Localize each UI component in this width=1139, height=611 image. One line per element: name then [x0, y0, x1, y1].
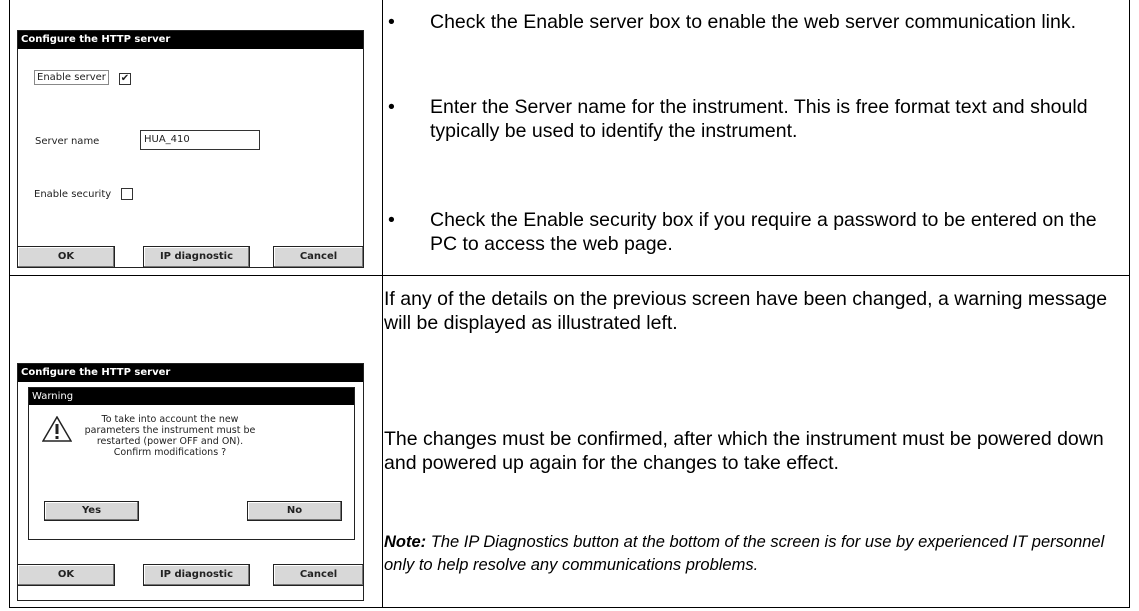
warning-line: parameters the instrument must be [84, 425, 256, 436]
yes-button[interactable]: Yes [44, 501, 139, 521]
ip-diagnostic-button[interactable]: IP diagnostic [143, 246, 250, 268]
row-divider [10, 275, 1129, 276]
dialog-title: Warning [29, 388, 354, 405]
enable-security-label: Enable security [34, 189, 112, 200]
server-name-input[interactable]: HUA_410 [140, 130, 260, 150]
bullet-text: Enter the Server name for the instrument… [430, 96, 1088, 142]
warning-line: restarted (power OFF and ON). [96, 436, 244, 447]
note-paragraph: Note: The IP Diagnostics button at the b… [384, 531, 1129, 577]
bullet-text: Check the Enable security box if you req… [430, 209, 1097, 255]
warning-dialog: Warning To take into account the new par… [28, 387, 355, 540]
http-config-screen: Configure the HTTP server Enable server … [17, 30, 364, 268]
screen-title: Configure the HTTP server [18, 31, 363, 49]
paragraph-confirm: The changes must be confirmed, after whi… [384, 428, 1104, 474]
screen-title: Configure the HTTP server [18, 364, 363, 382]
http-config-warning-screen: Configure the HTTP server Warning To tak… [17, 363, 364, 601]
column-divider [382, 0, 383, 607]
warning-line: Confirm modifications ? [113, 447, 227, 458]
paragraph-warning: If any of the details on the previous sc… [384, 288, 1108, 334]
bullet-text: Check the Enable server box to enable th… [430, 11, 1077, 33]
note-label: Note: [384, 533, 427, 551]
warning-message: To take into account the new parameters … [75, 414, 265, 458]
bullet-symbol: • [388, 96, 395, 118]
enable-security-checkbox[interactable] [121, 188, 133, 200]
note-text: The IP Diagnostics button at the bottom … [384, 533, 1105, 574]
ip-diagnostic-button[interactable]: IP diagnostic [143, 564, 250, 586]
server-name-label: Server name [35, 136, 100, 147]
no-button[interactable]: No [247, 501, 342, 521]
enable-server-label: Enable server [34, 70, 109, 85]
bullet-symbol: • [388, 11, 395, 33]
cancel-button[interactable]: Cancel [273, 564, 364, 586]
ok-button[interactable]: OK [17, 564, 115, 586]
ok-button[interactable]: OK [17, 246, 115, 268]
warning-icon [41, 415, 73, 445]
cancel-button[interactable]: Cancel [273, 246, 364, 268]
enable-server-checkbox[interactable]: ✔ [119, 73, 131, 85]
warning-line: To take into account the new [101, 414, 239, 425]
bullet-symbol: • [388, 209, 395, 231]
